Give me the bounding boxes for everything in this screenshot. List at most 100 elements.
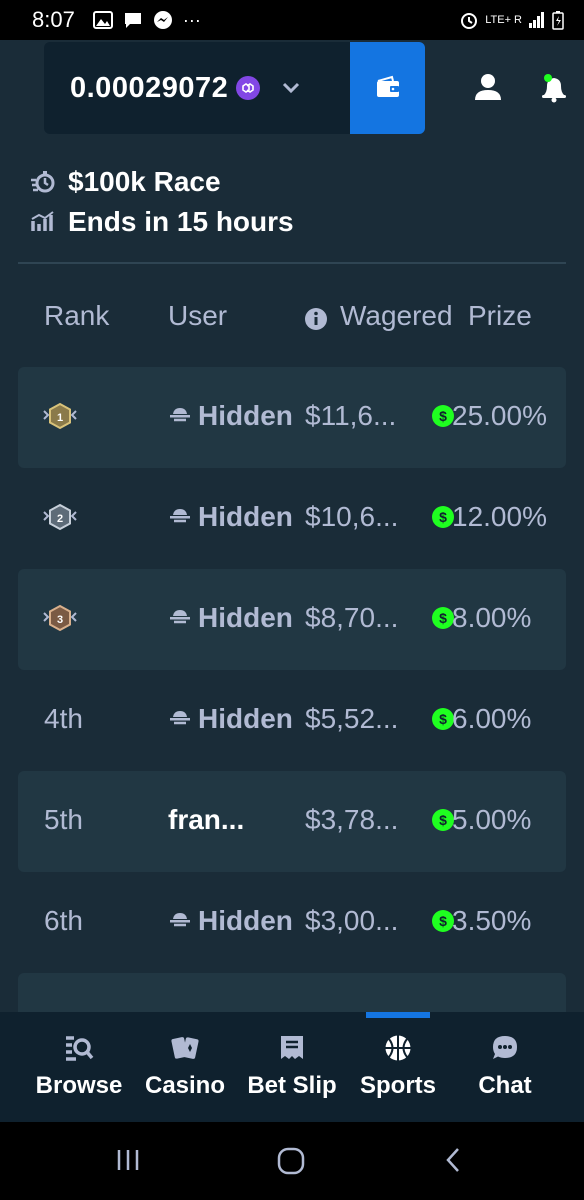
wagered-amount: $11,6...	[305, 400, 397, 431]
nav-label: Chat	[478, 1072, 532, 1099]
prize-percent: 5.00%	[452, 804, 532, 835]
dollar-coin-icon: $	[432, 708, 454, 730]
user-icon	[475, 74, 501, 100]
wallet-icon	[376, 75, 399, 97]
user-cell[interactable]: Hidden	[168, 703, 293, 735]
table-row	[18, 973, 566, 1015]
nav-label: Bet Slip	[247, 1072, 337, 1099]
race-info: $100k Race Ends in 15 hours	[30, 162, 294, 242]
svg-text:$: $	[439, 812, 447, 828]
prize-percent: 6.00%	[452, 703, 532, 734]
network-label: LTE+ R	[485, 14, 522, 26]
home-button[interactable]	[276, 1146, 306, 1181]
svg-text:$: $	[439, 711, 447, 727]
prize-percent: 12.00%	[452, 501, 547, 532]
nav-bet-slip[interactable]: Bet Slip	[237, 1028, 347, 1100]
user-name: Hidden	[198, 703, 293, 734]
rank-label: 5th	[44, 804, 83, 835]
nav-browse[interactable]: Browse	[24, 1028, 134, 1100]
leaderboard-list[interactable]: 1 Hidden $11,6... $ 25.00% 2 Hidden $10,…	[18, 367, 566, 1015]
recent-apps-icon	[117, 1150, 139, 1170]
rank-number: 1	[57, 412, 63, 424]
nav-label: Casino	[144, 1072, 225, 1099]
wagered-amount: $8,70...	[305, 602, 399, 633]
svg-text:$: $	[439, 913, 447, 929]
active-tab-indicator	[366, 1012, 430, 1018]
user-profile-button[interactable]	[470, 70, 506, 106]
prize-percent: 25.00%	[452, 400, 547, 431]
hidden-user-icon	[170, 711, 190, 725]
table-row: 1 Hidden $11,6... $ 25.00%	[18, 367, 566, 468]
race-title-line: $100k Race	[30, 162, 294, 202]
chevron-down-icon[interactable]	[282, 82, 300, 94]
user-cell[interactable]: Hidden	[168, 602, 293, 634]
header-rank: Rank	[44, 300, 110, 331]
nav-casino[interactable]: Casino	[130, 1028, 240, 1100]
leaderboard-header: Rank User Wagered Prize	[0, 292, 584, 344]
user-name: fran...	[168, 804, 245, 835]
balance-amount: 0.00029072	[70, 71, 229, 104]
gallery-icon	[92, 11, 113, 29]
user-name: Hidden	[198, 501, 293, 532]
table-row: 5th fran... $3,78... $ 5.00%	[18, 771, 566, 872]
hidden-user-icon	[170, 610, 190, 624]
rank-label: 4th	[44, 703, 83, 734]
balance-selector[interactable]: 0.00029072	[44, 42, 352, 134]
svg-text:$: $	[439, 509, 447, 525]
battery-icon	[552, 11, 564, 30]
recent-apps-button[interactable]	[114, 1146, 142, 1179]
nav-chat[interactable]: Chat	[450, 1028, 560, 1100]
messenger-icon	[153, 11, 172, 29]
wagered-amount: $5,52...	[305, 703, 399, 734]
user-cell[interactable]: fran...	[168, 804, 244, 836]
dollar-coin-icon: $	[432, 607, 454, 629]
nav-label: Browse	[35, 1072, 123, 1099]
bottom-navigation: Browse Casino Bet Slip Sports Chat	[0, 1012, 584, 1122]
signal-icon	[529, 12, 544, 28]
notifications-button[interactable]	[536, 70, 572, 106]
back-icon	[446, 1148, 459, 1172]
back-button[interactable]	[440, 1146, 468, 1179]
status-bar: 8:07 ··· LTE+ R	[0, 0, 584, 40]
header-prize: Prize	[468, 300, 532, 331]
rank-label: 6th	[44, 905, 83, 936]
info-icon[interactable]	[304, 306, 328, 338]
table-row: 2 Hidden $10,6... $ 12.00%	[18, 468, 566, 569]
wallet-button[interactable]	[350, 42, 425, 134]
hidden-user-icon	[170, 408, 190, 422]
svg-text:$: $	[439, 408, 447, 424]
browse-search-icon	[66, 1036, 94, 1061]
more-notifications: ···	[182, 9, 201, 30]
hidden-user-icon	[170, 509, 190, 523]
alarm-icon	[461, 13, 478, 29]
dollar-coin-icon: $	[432, 506, 454, 528]
hidden-user-icon	[170, 913, 190, 927]
race-title: $100k Race	[68, 166, 221, 197]
rank-number: 3	[57, 614, 63, 626]
system-icons: LTE+ R	[459, 10, 564, 30]
basketball-icon	[385, 1035, 411, 1061]
clock: 8:07	[32, 7, 75, 32]
bronze-medal-icon: 3	[43, 604, 77, 632]
wagered-amount: $3,00...	[305, 905, 399, 936]
chat-bubble-icon	[493, 1036, 517, 1059]
system-navigation-bar	[0, 1122, 584, 1200]
app-header: 0.00029072	[0, 40, 584, 136]
casino-cards-icon	[171, 1037, 199, 1059]
user-cell[interactable]: Hidden	[168, 501, 293, 533]
user-cell[interactable]: Hidden	[168, 400, 293, 432]
svg-text:$: $	[439, 610, 447, 626]
home-icon	[277, 1147, 305, 1175]
prize-percent: 3.50%	[452, 905, 532, 936]
chart-icon	[31, 211, 54, 231]
notification-icons: ···	[92, 9, 201, 31]
silver-medal-icon: 2	[43, 503, 77, 531]
dollar-coin-icon: $	[432, 809, 454, 831]
user-name: Hidden	[198, 905, 293, 936]
user-name: Hidden	[198, 602, 293, 633]
user-cell[interactable]: Hidden	[168, 905, 293, 937]
table-row: 4th Hidden $5,52... $ 6.00%	[18, 670, 566, 771]
dollar-coin-icon: $	[432, 910, 454, 932]
nav-sports[interactable]: Sports	[343, 1028, 453, 1100]
gold-medal-icon: 1	[43, 402, 77, 430]
